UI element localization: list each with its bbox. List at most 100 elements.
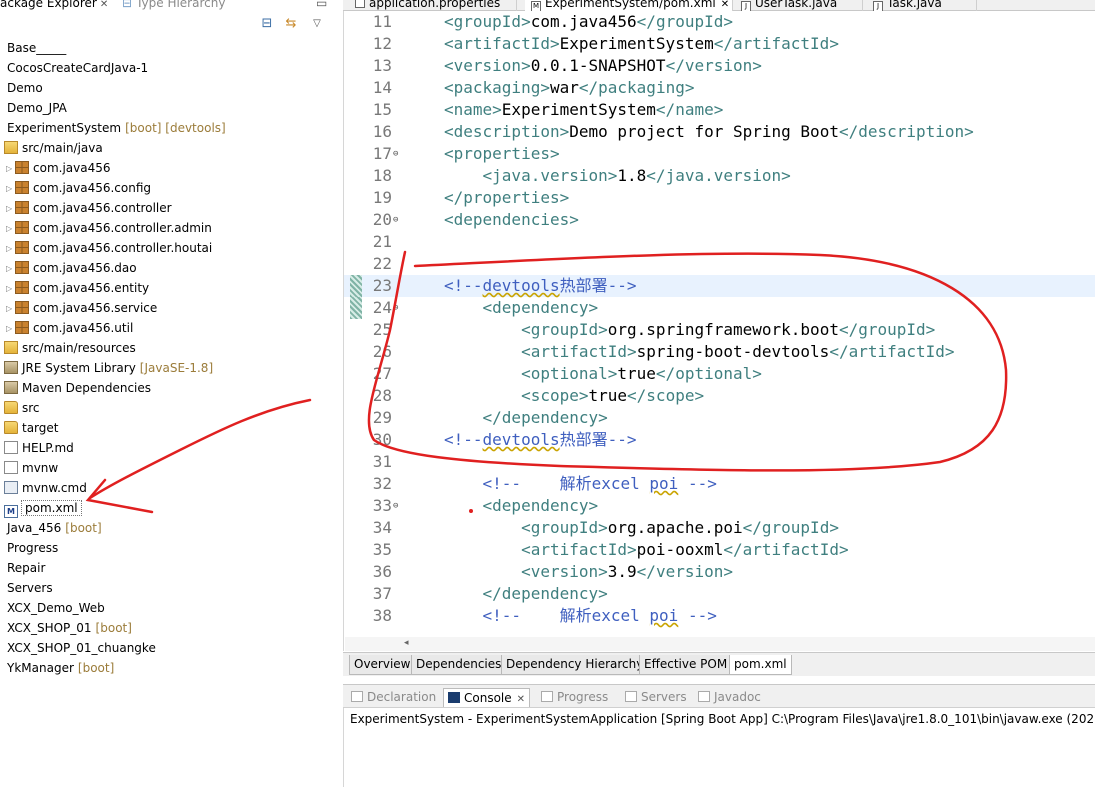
tree-item[interactable]: ▷ com.java456.dao (6, 258, 137, 278)
view-menu-chevron-down-icon[interactable]: ▽ (309, 16, 325, 32)
collapse-all-icon[interactable]: ⊟ (259, 16, 275, 32)
tree-item[interactable]: ▷ com.java456.controller.admin (6, 218, 212, 238)
code-line[interactable]: 15 <name>ExperimentSystem</name> (344, 99, 1095, 121)
bottom-view-tab[interactable]: Progress (541, 688, 608, 707)
pom-xml-editor[interactable]: 11 <groupId>com.java456</groupId> 12 <artif… (343, 11, 1095, 651)
link-with-editor-icon[interactable]: ⇆ (283, 16, 299, 32)
pom-page-tab[interactable]: Dependency Hierarchy (501, 655, 649, 675)
code-line[interactable]: 24 ⊖ <dependency> (344, 297, 1095, 319)
expand-chevron-icon[interactable]: ▷ (6, 259, 15, 279)
tab-package-explorer[interactable]: ackage Explorer ✕ (0, 0, 108, 10)
code-line[interactable]: 37 </dependency> (344, 583, 1095, 605)
tree-item[interactable]: JRE System Library [JavaSE-1.8] (4, 358, 213, 378)
code-line[interactable]: 12 <artifactId>ExperimentSystem</artifact… (344, 33, 1095, 55)
code-line[interactable]: 38 <!-- 解析excel poi --> (344, 605, 1095, 627)
code-line[interactable]: 17 ⊖ <properties> (344, 143, 1095, 165)
code-line[interactable]: 19 </properties> (344, 187, 1095, 209)
tree-item[interactable]: ExperimentSystem [boot] [devtools] (7, 118, 226, 138)
tree-item[interactable]: CocosCreateCardJava-1 (7, 58, 148, 78)
tree-item[interactable]: ▷ com.java456.util (6, 318, 133, 338)
tree-item[interactable]: Mpom.xml (4, 498, 82, 518)
tree-item[interactable]: mvnw.cmd (4, 478, 87, 498)
tree-item[interactable]: ▷ com.java456.controller.houtai (6, 238, 212, 258)
code-line[interactable]: 35 <artifactId>poi-ooxml</artifactId> (344, 539, 1095, 561)
bottom-view-tab[interactable]: Console ✕ (443, 688, 531, 707)
tab-application-properties[interactable]: application.properties (349, 0, 517, 11)
tree-item[interactable]: src (4, 398, 40, 418)
tree-item[interactable]: Repair (7, 558, 45, 578)
tree-item[interactable]: ▷ com.java456.service (6, 298, 157, 318)
fold-toggle-icon[interactable]: ⊖ (393, 209, 398, 231)
tab-usertask-java[interactable]: J UserTask.java (735, 0, 863, 12)
tree-item[interactable]: ▷ com.java456.entity (6, 278, 149, 298)
expand-chevron-icon[interactable]: ▷ (6, 159, 15, 179)
tree-item[interactable]: src/main/java (4, 138, 103, 158)
tree-item[interactable]: Servers (7, 578, 53, 598)
minimize-icon[interactable]: ▭ (316, 0, 327, 10)
fold-toggle-icon[interactable]: ⊖ (393, 495, 398, 517)
tree-item[interactable]: Maven Dependencies (4, 378, 151, 398)
tree-item[interactable]: XCX_Demo_Web (7, 598, 105, 618)
tree-item[interactable]: YkManager [boot] (7, 658, 114, 678)
tree-item[interactable]: Base_____ (7, 38, 66, 58)
code-line[interactable]: 30 <!--devtools热部署--> (344, 429, 1095, 451)
tree-item[interactable]: ▷ com.java456 (6, 158, 111, 178)
tree-item[interactable]: src/main/resources (4, 338, 136, 358)
tree-item[interactable]: Demo_JPA (7, 98, 67, 118)
code-line[interactable]: 25 <groupId>org.springframework.boot</gr… (344, 319, 1095, 341)
expand-chevron-icon[interactable]: ▷ (6, 199, 15, 219)
code-line[interactable]: 36 <version>3.9</version> (344, 561, 1095, 583)
bottom-view-tab[interactable]: Declaration (351, 688, 436, 707)
tab-type-hierarchy[interactable]: ⊟ Type Hierarchy (122, 0, 225, 10)
expand-chevron-icon[interactable]: ▷ (6, 279, 15, 299)
code-line[interactable]: 11 <groupId>com.java456</groupId> (344, 11, 1095, 33)
code-line[interactable]: 14 <packaging>war</packaging> (344, 77, 1095, 99)
tree-item[interactable]: ▷ com.java456.config (6, 178, 151, 198)
bottom-view-tab[interactable]: Servers (625, 688, 687, 707)
tree-item[interactable]: HELP.md (4, 438, 74, 458)
expand-chevron-icon[interactable]: ▷ (6, 219, 15, 239)
bottom-view-tab[interactable]: Javadoc (698, 688, 761, 707)
fold-toggle-icon[interactable]: ⊖ (393, 143, 398, 165)
code-line[interactable]: 32 <!-- 解析excel poi --> (344, 473, 1095, 495)
code-line[interactable]: 16 <description>Demo project for Spring B… (344, 121, 1095, 143)
close-icon[interactable]: ✕ (517, 694, 525, 705)
tree-item[interactable]: XCX_SHOP_01_chuangke (7, 638, 156, 658)
tab-task-java[interactable]: J Task.java (867, 0, 977, 12)
code-line[interactable]: 27 <optional>true</optional> (344, 363, 1095, 385)
code-line[interactable]: 34 <groupId>org.apache.poi</groupId> (344, 517, 1095, 539)
code-line[interactable]: 28 <scope>true</scope> (344, 385, 1095, 407)
editor-horizontal-scrollbar[interactable]: ◂ (345, 637, 1095, 651)
pom-page-tab[interactable]: Effective POM (639, 655, 733, 675)
code-line[interactable]: 18 <java.version>1.8</java.version> (344, 165, 1095, 187)
pom-page-tab[interactable]: Overview (349, 655, 416, 675)
tree-item[interactable]: mvnw (4, 458, 58, 478)
code-line[interactable]: 22 (344, 253, 1095, 275)
expand-chevron-icon[interactable]: ▷ (6, 179, 15, 199)
close-icon[interactable]: ✕ (721, 0, 729, 10)
tab-pom-xml[interactable]: M ExperimentSystem/pom.xml ✕ (525, 0, 733, 12)
console-output[interactable]: ExperimentSystem - ExperimentSystemAppli… (343, 708, 1095, 787)
tree-item[interactable]: ▷ com.java456.controller (6, 198, 172, 218)
code-line[interactable]: 21 (344, 231, 1095, 253)
close-icon[interactable]: ✕ (100, 0, 108, 10)
tree-item[interactable]: target (4, 418, 59, 438)
pom-page-tab[interactable]: pom.xml (729, 655, 792, 675)
expand-chevron-icon[interactable]: ▷ (6, 319, 15, 339)
tree-item[interactable]: Java_456 [boot] (7, 518, 102, 538)
pom-page-tab[interactable]: Dependencies (411, 655, 507, 675)
code-line[interactable]: 20 ⊖ <dependencies> (344, 209, 1095, 231)
expand-chevron-icon[interactable]: ▷ (6, 239, 15, 259)
fold-toggle-icon[interactable]: ⊖ (393, 297, 398, 319)
code-line[interactable]: 29 </dependency> (344, 407, 1095, 429)
code-line[interactable]: 26 <artifactId>spring-boot-devtools</art… (344, 341, 1095, 363)
tree-item[interactable]: Demo (7, 78, 43, 98)
code-line[interactable]: 13 <version>0.0.1-SNAPSHOT</version> (344, 55, 1095, 77)
scroll-left-icon[interactable]: ◂ (404, 638, 409, 648)
tree-item[interactable]: Progress (7, 538, 58, 558)
tree-item[interactable]: XCX_SHOP_01 [boot] (7, 618, 132, 638)
code-line[interactable]: 23 <!--devtools热部署--> (344, 275, 1095, 297)
code-line[interactable]: 31 (344, 451, 1095, 473)
code-line[interactable]: 33 ⊖ <dependency> (344, 495, 1095, 517)
expand-chevron-icon[interactable]: ▷ (6, 299, 15, 319)
